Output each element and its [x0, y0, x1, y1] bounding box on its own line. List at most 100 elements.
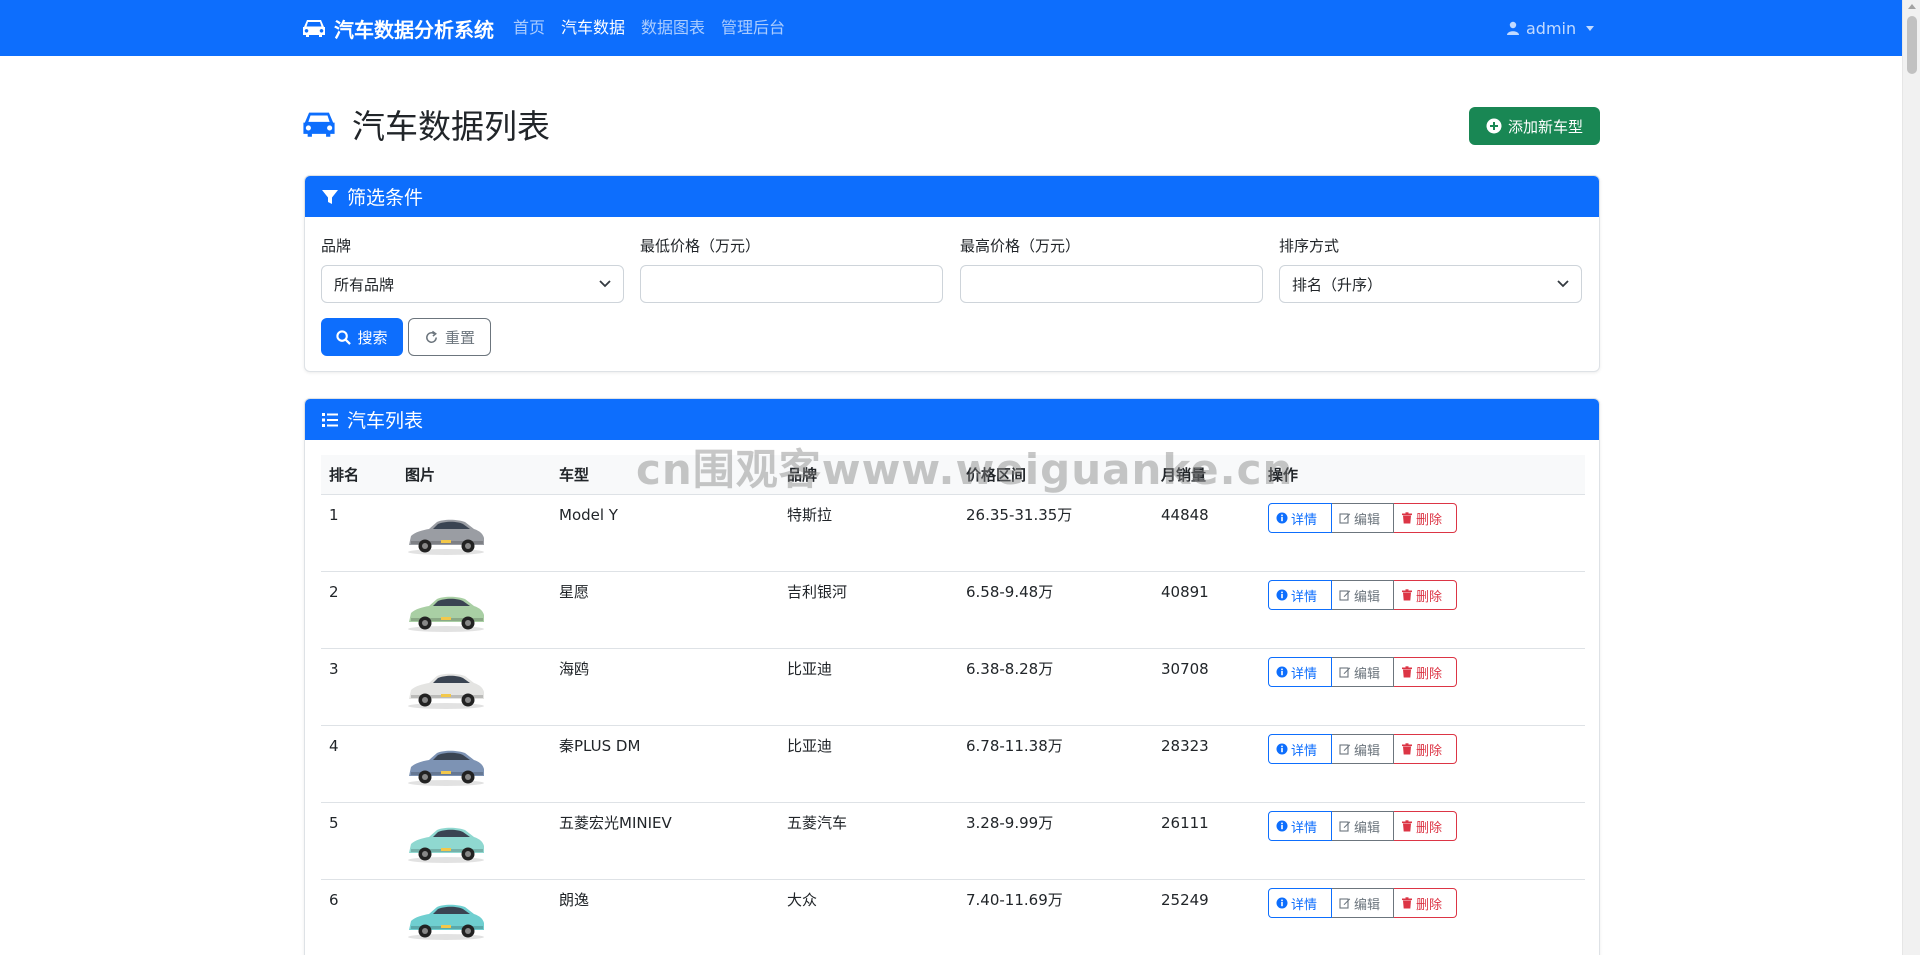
min-price-filter: 最低价格（万元） [640, 234, 943, 303]
search-button[interactable]: 搜索 [321, 318, 403, 356]
edit-button[interactable]: 编辑 [1332, 580, 1394, 610]
chevron-down-icon [599, 280, 611, 288]
sort-select[interactable]: 排名（升序） [1279, 265, 1582, 303]
cell-model: 五菱宏光MINIEV [559, 814, 672, 832]
detail-label: 详情 [1291, 743, 1318, 759]
trash-icon [1402, 820, 1412, 832]
max-price-label: 最高价格（万元） [960, 237, 1081, 255]
edit-button[interactable]: 编辑 [1332, 657, 1394, 687]
delete-button[interactable]: 删除 [1394, 503, 1457, 533]
cell-sales: 28323 [1161, 737, 1209, 755]
cell-model: 星愿 [559, 583, 590, 601]
max-price-input[interactable] [960, 265, 1263, 303]
car-image [408, 827, 484, 863]
delete-button[interactable]: 删除 [1394, 734, 1457, 764]
scroll-up-icon[interactable] [1908, 4, 1916, 9]
cell-rank: 5 [329, 814, 339, 832]
cell-model: 朗逸 [559, 891, 590, 909]
trash-icon [1402, 589, 1412, 601]
cell-price: 6.78-11.38万 [966, 737, 1063, 755]
car-image [408, 904, 484, 940]
delete-button[interactable]: 删除 [1394, 811, 1457, 841]
edit-icon [1339, 744, 1351, 755]
add-car-button[interactable]: 添加新车型 [1469, 107, 1600, 145]
detail-button[interactable]: 详情 [1268, 580, 1332, 610]
col-sales: 月销量 [1161, 466, 1207, 484]
delete-button[interactable]: 删除 [1394, 888, 1457, 918]
col-model: 车型 [559, 466, 590, 484]
cell-model: 秦PLUS DM [559, 737, 641, 755]
table-body: 1 Model Y 特斯拉 26.35-31.35万 44848 详情 编辑 删… [321, 495, 1585, 955]
sort-label: 排序方式 [1279, 237, 1340, 255]
edit-button[interactable]: 编辑 [1332, 503, 1394, 533]
cell-price: 6.38-8.28万 [966, 660, 1054, 678]
cell-price: 3.28-9.99万 [966, 814, 1054, 832]
cell-brand: 大众 [787, 891, 818, 909]
nav-car-data[interactable]: 汽车数据 [561, 16, 625, 40]
edit-icon [1339, 821, 1351, 832]
reset-button[interactable]: 重置 [408, 318, 491, 356]
info-icon [1276, 820, 1288, 832]
filter-form: 品牌 所有品牌 最低价格（万元） 最高价格（万元） 排序方式 排名（升序） [321, 234, 1585, 314]
min-price-input[interactable] [640, 265, 943, 303]
trash-icon [1402, 743, 1412, 755]
list-header-text: 汽车列表 [347, 410, 424, 432]
cell-brand: 特斯拉 [787, 506, 833, 524]
edit-button[interactable]: 编辑 [1332, 811, 1394, 841]
cell-price: 26.35-31.35万 [966, 506, 1073, 524]
delete-label: 删除 [1416, 820, 1443, 836]
edit-label: 编辑 [1354, 589, 1381, 605]
delete-button[interactable]: 删除 [1394, 580, 1457, 610]
table-row: 6 朗逸 大众 7.40-11.69万 25249 详情 编辑 删除 [321, 880, 1585, 955]
detail-button[interactable]: 详情 [1268, 888, 1332, 918]
detail-button[interactable]: 详情 [1268, 734, 1332, 764]
delete-button[interactable]: 删除 [1394, 657, 1457, 687]
edit-icon [1339, 590, 1351, 601]
edit-label: 编辑 [1354, 897, 1381, 913]
info-icon [1276, 897, 1288, 909]
table-row: 5 五菱宏光MINIEV 五菱汽车 3.28-9.99万 26111 详情 编辑… [321, 803, 1585, 880]
col-brand: 品牌 [787, 466, 818, 484]
detail-label: 详情 [1291, 666, 1318, 682]
page-title: 汽车数据列表 [302, 100, 550, 148]
nav-home[interactable]: 首页 [513, 16, 545, 40]
cell-price: 7.40-11.69万 [966, 891, 1063, 909]
car-image [408, 750, 484, 786]
detail-label: 详情 [1291, 589, 1318, 605]
cell-sales: 26111 [1161, 814, 1209, 832]
sort-select-value: 排名（升序） [1292, 275, 1383, 294]
trash-icon [1402, 666, 1412, 678]
cell-price: 6.58-9.48万 [966, 583, 1054, 601]
cell-brand: 比亚迪 [787, 660, 833, 678]
nav-admin[interactable]: 管理后台 [721, 16, 785, 40]
scroll-thumb[interactable] [1907, 16, 1917, 74]
delete-label: 删除 [1416, 743, 1443, 759]
chevron-down-icon [1557, 280, 1569, 288]
edit-icon [1339, 513, 1351, 524]
info-icon [1276, 512, 1288, 524]
brand-select[interactable]: 所有品牌 [321, 265, 624, 303]
cell-sales: 44848 [1161, 506, 1209, 524]
user-dropdown[interactable]: admin [1506, 16, 1595, 40]
info-icon [1276, 666, 1288, 678]
filter-buttons: 搜索 重置 [321, 318, 491, 356]
add-car-label: 添加新车型 [1507, 117, 1583, 136]
page-scrollbar[interactable] [1902, 0, 1920, 955]
edit-button[interactable]: 编辑 [1332, 888, 1394, 918]
detail-button[interactable]: 详情 [1268, 657, 1332, 687]
detail-button[interactable]: 详情 [1268, 503, 1332, 533]
reset-icon [426, 330, 437, 343]
detail-button[interactable]: 详情 [1268, 811, 1332, 841]
nav-charts[interactable]: 数据图表 [641, 16, 705, 40]
table-row: 1 Model Y 特斯拉 26.35-31.35万 44848 详情 编辑 删… [321, 495, 1585, 572]
list-card-header: 汽车列表 [305, 399, 1599, 440]
table-row: 3 海鸥 比亚迪 6.38-8.28万 30708 详情 编辑 删除 [321, 649, 1585, 726]
col-rank: 排名 [329, 466, 360, 484]
delete-label: 删除 [1416, 666, 1443, 682]
edit-button[interactable]: 编辑 [1332, 734, 1394, 764]
trash-icon [1402, 897, 1412, 909]
brand-link[interactable]: 汽车数据分析系统 [302, 14, 494, 42]
edit-label: 编辑 [1354, 743, 1381, 759]
delete-label: 删除 [1416, 512, 1443, 528]
filter-card-header: 筛选条件 [305, 176, 1599, 217]
